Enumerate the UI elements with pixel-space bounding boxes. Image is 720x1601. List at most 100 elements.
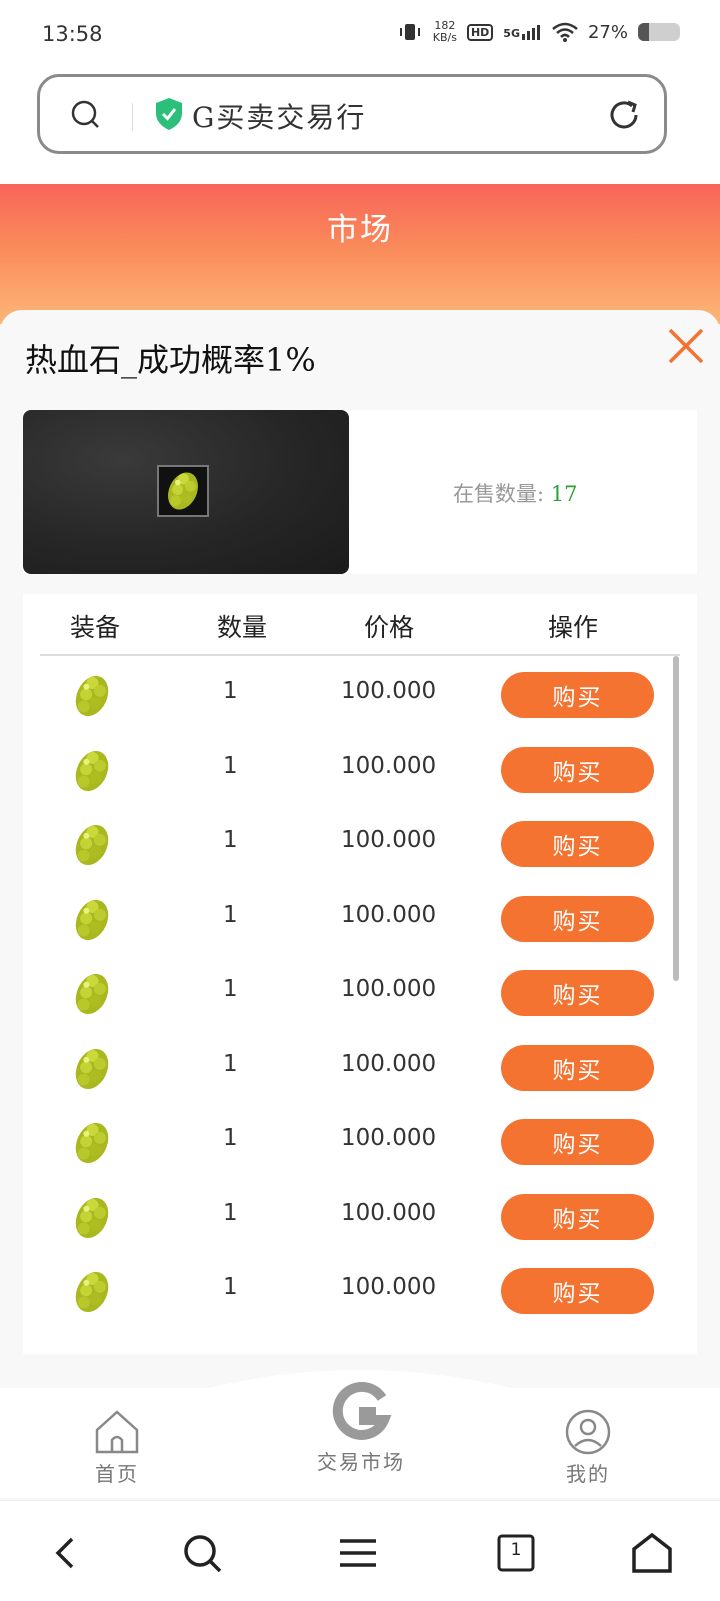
- security-shield-icon: [156, 98, 182, 130]
- tabs-button[interactable]: 1: [494, 1531, 538, 1575]
- search-icon[interactable]: [180, 1531, 224, 1575]
- row-qty: 1: [223, 678, 238, 704]
- back-icon[interactable]: [44, 1531, 88, 1575]
- item-preview-image: [23, 410, 349, 574]
- battery-icon: [638, 23, 680, 41]
- market-header: 市场: [0, 184, 720, 324]
- row-qty: 1: [223, 827, 238, 853]
- address-bar[interactable]: G买卖交易行: [37, 74, 667, 154]
- row-price: 100.000: [341, 1125, 437, 1151]
- tab-count: 1: [510, 1540, 522, 1560]
- signal-label: 5G: [503, 27, 520, 40]
- nav-market-label: 交易市场: [317, 1450, 405, 1474]
- row-price: 100.000: [341, 752, 437, 779]
- signal-indicator: 5G: [503, 24, 542, 40]
- item-title: 热血石_成功概率1%: [25, 341, 316, 379]
- header-action: 操作: [548, 613, 599, 642]
- close-icon[interactable]: [666, 326, 706, 366]
- row-qty: 1: [223, 1050, 238, 1077]
- search-icon[interactable]: [70, 99, 100, 129]
- scrollbar[interactable]: [673, 656, 679, 981]
- gem-icon: [75, 675, 109, 717]
- stock-info: 在售数量: 17: [453, 478, 578, 508]
- row-qty: 1: [223, 752, 238, 779]
- stock-value: 17: [550, 482, 578, 506]
- nav-mine-label: 我的: [566, 1462, 610, 1486]
- header-price: 价格: [364, 613, 415, 642]
- row-price: 100.000: [341, 827, 437, 853]
- signal-bars-icon: [521, 25, 540, 40]
- address-divider: [132, 103, 133, 131]
- net-speed-unit: KB/s: [432, 31, 457, 44]
- nav-mine[interactable]: 我的: [528, 1408, 648, 1487]
- app-bottom-nav: 首页 交易市场 我的: [0, 1370, 720, 1498]
- url-text[interactable]: G买卖交易行: [192, 96, 366, 136]
- page-title: 市场: [327, 212, 393, 248]
- header-qty: 数量: [217, 613, 268, 642]
- gem-icon: [75, 750, 109, 791]
- item-detail-sheet: 热血石_成功概率1% 在售数量: 17 装备 数量 价格 操作 1 100.00…: [0, 310, 720, 1390]
- table-row: 1 100.000 购买: [23, 1105, 697, 1181]
- row-price: 100.000: [341, 1050, 437, 1077]
- gem-icon: [75, 1197, 109, 1238]
- battery-fill: [638, 23, 650, 41]
- gem-icon: [75, 1122, 109, 1164]
- market-logo-icon: [332, 1382, 392, 1440]
- battery-percent: 27%: [587, 21, 628, 43]
- buy-button[interactable]: 购买: [501, 672, 654, 718]
- item-summary-card: 在售数量: 17: [23, 410, 697, 574]
- table-row: 1 100.000 购买: [23, 956, 697, 1032]
- buy-button[interactable]: 购买: [501, 1119, 654, 1165]
- nav-home-label: 首页: [95, 1462, 139, 1486]
- row-price: 100.000: [341, 976, 437, 1002]
- buy-button[interactable]: 购买: [501, 1044, 654, 1091]
- row-qty: 1: [223, 1199, 238, 1226]
- hd-icon: HD: [466, 23, 494, 41]
- stock-label: 在售数量:: [453, 482, 545, 506]
- home-icon[interactable]: [630, 1531, 674, 1575]
- table-row: 1 100.000 购买: [23, 658, 697, 734]
- row-qty: 1: [223, 901, 238, 928]
- buy-button[interactable]: 购买: [501, 970, 654, 1016]
- row-price: 100.000: [341, 901, 437, 928]
- row-price: 100.000: [341, 678, 437, 704]
- gem-icon: [75, 1271, 109, 1313]
- table-row: 1 100.000 购买: [23, 1031, 697, 1107]
- row-qty: 1: [223, 1274, 238, 1300]
- gem-icon: [75, 899, 109, 940]
- buy-button[interactable]: 购买: [501, 746, 654, 793]
- table-row: 1 100.000 购买: [23, 1254, 697, 1330]
- net-speed: 182 KB/s: [433, 20, 457, 44]
- gem-icon: [75, 973, 109, 1015]
- buy-button[interactable]: 购买: [501, 1193, 654, 1240]
- table-row: 1 100.000 购买: [23, 882, 697, 958]
- buy-button[interactable]: 购买: [501, 1268, 654, 1314]
- table-header: 装备 数量 价格 操作: [40, 594, 680, 656]
- table-row: 1 100.000 购买: [23, 1180, 697, 1256]
- browser-bottom-bar: 1: [0, 1500, 720, 1601]
- listing-table: 装备 数量 价格 操作 1 100.000 购买 1 100.000 购买 1 100.000…: [23, 594, 697, 1354]
- row-price: 100.000: [341, 1199, 437, 1226]
- buy-button[interactable]: 购买: [501, 895, 654, 942]
- reload-icon[interactable]: [606, 97, 642, 133]
- row-qty: 1: [223, 1125, 238, 1151]
- gem-icon: [168, 472, 198, 510]
- item-slot: [157, 465, 209, 517]
- home-icon: [95, 1410, 139, 1454]
- wifi-icon: [552, 22, 578, 42]
- user-icon: [565, 1409, 611, 1455]
- nav-market[interactable]: 交易市场: [296, 1382, 426, 1475]
- status-bar: 13:58 182 KB/s HD 5G 27%: [0, 0, 720, 70]
- nav-home[interactable]: 首页: [57, 1408, 177, 1487]
- browser-toolbar: G买卖交易行: [0, 70, 720, 184]
- gem-icon: [75, 1048, 109, 1089]
- row-price: 100.000: [341, 1274, 437, 1300]
- buy-button[interactable]: 购买: [501, 821, 654, 867]
- menu-icon[interactable]: [336, 1531, 380, 1575]
- gem-icon: [75, 824, 109, 866]
- table-row: 1 100.000 购买: [23, 733, 697, 809]
- header-item: 装备: [70, 613, 121, 642]
- status-icons: 182 KB/s HD 5G 27%: [397, 20, 680, 44]
- vibrate-icon: [399, 24, 420, 40]
- row-qty: 1: [223, 976, 238, 1002]
